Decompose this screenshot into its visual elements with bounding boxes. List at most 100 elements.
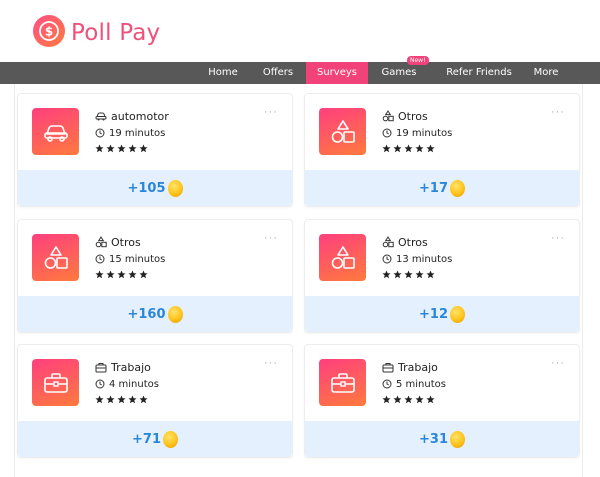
survey-card[interactable]: automotor 19 minutos ··· +105 (17, 93, 293, 207)
points-button[interactable]: +160 (18, 296, 292, 332)
shapes-small-icon (382, 110, 394, 122)
star-icon (382, 395, 391, 404)
briefcase-icon (32, 359, 79, 406)
star-icon (117, 270, 126, 279)
category-label: Trabajo (398, 360, 438, 374)
briefcase-small-icon (95, 362, 107, 372)
survey-card[interactable]: Otros 15 minutos ··· +160 (17, 219, 293, 333)
star-icon (393, 144, 402, 153)
time-label: 5 minutos (396, 378, 446, 390)
left-divider (14, 84, 15, 477)
category-label: Otros (398, 235, 428, 249)
category-row: Otros (382, 235, 428, 249)
star-icon (95, 270, 104, 279)
time-row: 19 minutos (382, 126, 452, 140)
star-icon (415, 144, 424, 153)
points-value: +71 (132, 431, 161, 447)
points-value: +160 (127, 306, 166, 322)
briefcase-small-icon (382, 362, 394, 372)
points-value: +17 (419, 180, 448, 196)
points-button[interactable]: +12 (305, 296, 579, 332)
dollar-circle-icon[interactable]: $ (33, 15, 65, 47)
shapes-small-icon (95, 236, 107, 248)
more-options-icon[interactable]: ··· (264, 232, 278, 244)
star-icon (106, 395, 115, 404)
coin-icon (167, 305, 183, 323)
shapes-small-icon (382, 236, 394, 248)
star-icon (404, 270, 413, 279)
brand-name[interactable]: Poll Pay (71, 19, 160, 47)
time-label: 15 minutos (109, 253, 166, 265)
star-icon (415, 395, 424, 404)
nav-games[interactable]: Games New! (373, 56, 429, 84)
star-icon (393, 270, 402, 279)
survey-card[interactable]: Trabajo 4 minutos ··· +71 (17, 344, 293, 458)
coin-icon (449, 305, 465, 323)
clock-icon (382, 254, 392, 264)
more-options-icon[interactable]: ··· (551, 106, 565, 118)
survey-card[interactable]: Trabajo 5 minutos ··· +31 (304, 344, 580, 458)
more-options-icon[interactable]: ··· (551, 357, 565, 369)
points-value: +12 (419, 306, 448, 322)
nav-more[interactable]: More (530, 62, 562, 84)
survey-card[interactable]: Otros 13 minutos ··· +12 (304, 219, 580, 333)
clock-icon (382, 379, 392, 389)
star-icon (117, 144, 126, 153)
time-label: 19 minutos (109, 127, 166, 139)
nav-games-label: Games (381, 67, 417, 78)
main-nav: Home Offers Surveys Games New! Refer Fri… (0, 56, 600, 84)
time-row: 5 minutos (382, 377, 446, 391)
category-label: Otros (398, 109, 428, 123)
star-icon (95, 144, 104, 153)
star-icon (95, 395, 104, 404)
coin-icon (167, 179, 183, 197)
star-icon (415, 270, 424, 279)
nav-home[interactable]: Home (200, 62, 246, 84)
star-icon (404, 395, 413, 404)
nav-offers[interactable]: Offers (256, 62, 300, 84)
star-icon (393, 395, 402, 404)
shapes-icon (32, 234, 79, 281)
category-row: Otros (95, 235, 141, 249)
category-row: automotor (95, 109, 169, 123)
star-icon (139, 395, 148, 404)
nav-surveys[interactable]: Surveys (306, 62, 368, 84)
clock-icon (95, 254, 105, 264)
nav-refer-friends[interactable]: Refer Friends (444, 62, 514, 84)
star-icon (128, 395, 137, 404)
category-label: automotor (111, 109, 169, 123)
more-options-icon[interactable]: ··· (264, 357, 278, 369)
more-options-icon[interactable]: ··· (264, 106, 278, 118)
rating-stars (382, 270, 435, 279)
points-button[interactable]: +31 (305, 421, 579, 457)
points-button[interactable]: +105 (18, 170, 292, 206)
time-row: 4 minutos (95, 377, 159, 391)
points-value: +105 (127, 180, 166, 196)
rating-stars (382, 395, 435, 404)
clock-icon (95, 379, 105, 389)
star-icon (426, 395, 435, 404)
header: $ Poll Pay (0, 0, 600, 62)
rating-stars (95, 395, 148, 404)
star-icon (404, 144, 413, 153)
star-icon (426, 144, 435, 153)
star-icon (128, 270, 137, 279)
star-icon (128, 144, 137, 153)
clock-icon (95, 128, 105, 138)
category-row: Trabajo (382, 360, 438, 374)
time-row: 13 minutos (382, 252, 452, 266)
star-icon (382, 144, 391, 153)
points-button[interactable]: +17 (305, 170, 579, 206)
shapes-icon (319, 234, 366, 281)
points-button[interactable]: +71 (18, 421, 292, 457)
survey-card[interactable]: Otros 19 minutos ··· +17 (304, 93, 580, 207)
time-label: 4 minutos (109, 378, 159, 390)
star-icon (139, 144, 148, 153)
time-label: 13 minutos (396, 253, 453, 265)
category-row: Trabajo (95, 360, 151, 374)
rating-stars (95, 270, 148, 279)
star-icon (106, 270, 115, 279)
more-options-icon[interactable]: ··· (551, 232, 565, 244)
time-label: 19 minutos (396, 127, 453, 139)
briefcase-icon (319, 359, 366, 406)
